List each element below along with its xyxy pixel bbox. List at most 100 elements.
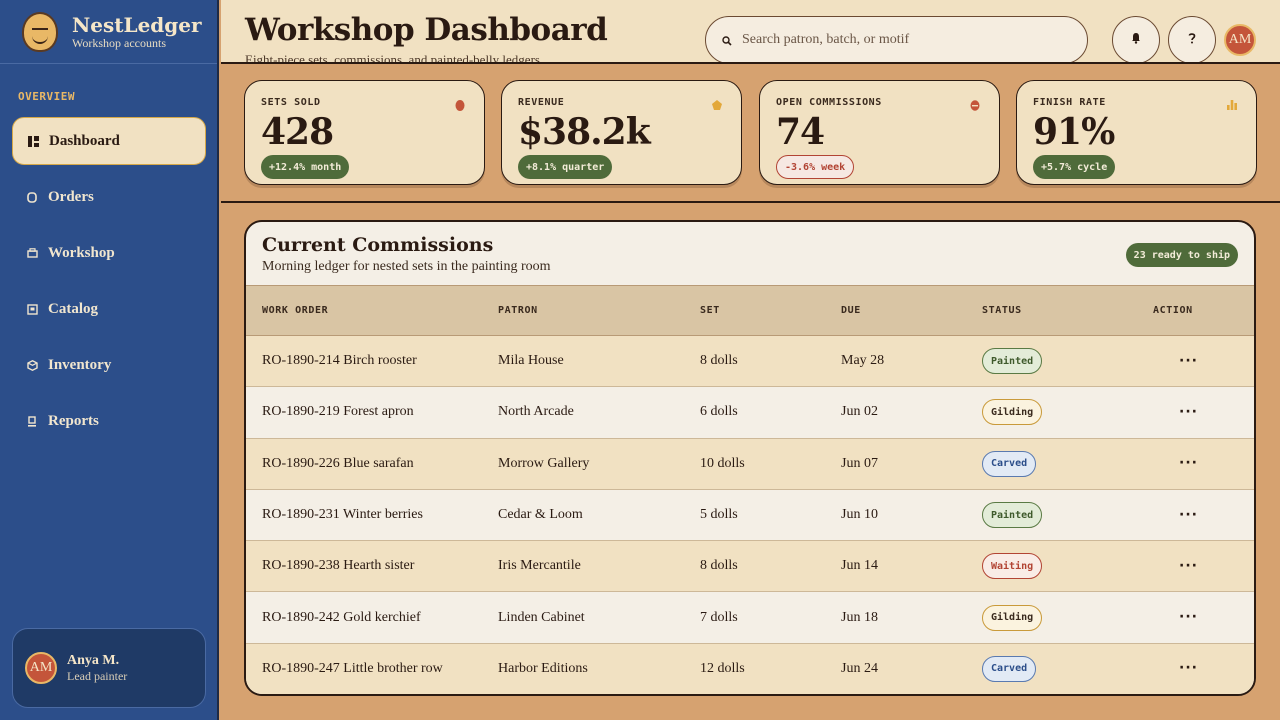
brand-name: NestLedger	[72, 12, 202, 37]
patron-cell: Harbor Editions	[498, 660, 588, 676]
sidebar-item-label: Inventory	[48, 356, 112, 373]
avatar: AM	[25, 652, 57, 684]
status-badge: Gilding	[982, 604, 1043, 631]
status-badge: Painted	[982, 348, 1043, 375]
reports-icon	[26, 415, 38, 427]
table-row[interactable]: RO-1890-231 Winter berries Cedar & Loom 5 …	[246, 489, 1254, 541]
user-card[interactable]: AM Anya M. Lead painter	[12, 628, 206, 708]
more-actions-icon[interactable]: ···	[1179, 660, 1198, 676]
due-cell: Jun 24	[841, 660, 878, 676]
set-cell: 5 dolls	[700, 507, 738, 523]
due-cell: Jun 10	[841, 507, 878, 523]
sidebar-item-label: Dashboard	[49, 132, 120, 149]
action-cell: ···	[1153, 387, 1254, 438]
stat-card-open-commissions: OPEN COMMISSIONS 74 -3.6% week	[759, 80, 1000, 185]
stat-card-revenue: REVENUE $38.2k +8.1% quarter	[501, 80, 742, 185]
column-header[interactable]: WORK ORDER	[246, 285, 498, 336]
search-icon	[722, 31, 732, 50]
action-cell: ···	[1153, 438, 1254, 489]
due-cell: Jun 02	[841, 404, 878, 420]
table-row[interactable]: RO-1890-247 Little brother row Harbor Edi…	[246, 643, 1254, 694]
search-bar[interactable]	[705, 16, 1088, 62]
nesting-doll-logo-icon	[22, 11, 58, 52]
sidebar-item-label: Reports	[48, 412, 99, 429]
sidebar-item-catalog[interactable]: Catalog	[12, 285, 206, 333]
nav-section-label: OVERVIEW	[18, 90, 75, 103]
sidebar-item-label: Workshop	[48, 244, 115, 261]
stat-label: REVENUE	[518, 97, 565, 108]
more-actions-icon[interactable]: ···	[1179, 404, 1198, 420]
stat-delta-badge: +12.4% month	[261, 155, 350, 179]
sidebar-item-dashboard[interactable]: Dashboard	[12, 117, 206, 165]
column-header[interactable]: STATUS	[982, 285, 1153, 336]
sidebar-item-workshop[interactable]: Workshop	[12, 229, 206, 277]
due-cell: Jun 18	[841, 609, 878, 625]
set-cell: 12 dolls	[700, 660, 745, 676]
patron-cell: Iris Mercantile	[498, 558, 581, 574]
stat-delta-badge: +5.7% cycle	[1033, 155, 1116, 179]
orders-icon	[26, 191, 38, 203]
header-avatar[interactable]: AM	[1224, 24, 1256, 56]
stat-label: OPEN COMMISSIONS	[776, 97, 882, 108]
table-row[interactable]: RO-1890-238 Hearth sister Iris Mercantile…	[246, 540, 1254, 592]
stat-label: SETS SOLD	[261, 97, 321, 108]
help-icon	[1187, 32, 1197, 48]
status-cell: Painted	[982, 489, 1153, 540]
catalog-icon	[26, 303, 38, 315]
stat-delta-badge: +8.1% quarter	[518, 155, 613, 179]
brand[interactable]: NestLedger Workshop accounts	[0, 0, 217, 64]
sidebar-nav: Dashboard Orders Workshop Catalog Invent…	[12, 117, 206, 453]
panel-title: Current Commissions	[262, 234, 494, 256]
more-actions-icon[interactable]: ···	[1179, 609, 1198, 625]
help-button[interactable]	[1168, 16, 1216, 62]
patron-cell: North Arcade	[498, 404, 574, 420]
status-badge: Carved	[982, 655, 1037, 682]
work-order-cell: RO-1890-231 Winter berries	[262, 507, 423, 523]
status-cell: Gilding	[982, 592, 1153, 643]
more-actions-icon[interactable]: ···	[1179, 353, 1198, 369]
more-actions-icon[interactable]: ···	[1179, 455, 1198, 471]
status-cell: Carved	[982, 438, 1153, 489]
commissions-panel: Current Commissions Morning ledger for n…	[244, 220, 1256, 696]
status-badge: Waiting	[982, 553, 1043, 580]
stat-card-sets-sold: SETS SOLD 428 +12.4% month	[244, 80, 485, 185]
stat-label: FINISH RATE	[1033, 97, 1106, 108]
set-cell: 10 dolls	[700, 455, 745, 471]
action-cell: ···	[1153, 643, 1254, 694]
column-header[interactable]: PATRON	[498, 285, 700, 336]
status-cell: Waiting	[982, 541, 1153, 592]
coin-icon	[712, 100, 722, 110]
search-input[interactable]	[742, 32, 1062, 48]
table-row[interactable]: RO-1890-214 Birch rooster Mila House 8 dol…	[246, 335, 1254, 387]
work-order-cell: RO-1890-214 Birch rooster	[262, 353, 417, 369]
due-cell: May 28	[841, 353, 885, 369]
stats-band: SETS SOLD 428 +12.4% month REVENUE $38.2…	[221, 64, 1280, 203]
table-header-row: WORK ORDER PATRON SET DUE STATUS ACTION	[246, 285, 1254, 336]
table-row[interactable]: RO-1890-242 Gold kerchief Linden Cabinet 7…	[246, 591, 1254, 644]
brand-subtitle: Workshop accounts	[72, 35, 167, 50]
dashboard-icon	[27, 135, 39, 147]
column-header[interactable]: SET	[700, 285, 841, 336]
table-row[interactable]: RO-1890-226 Blue sarafan Morrow Gallery 10…	[246, 438, 1254, 490]
status-cell: Gilding	[982, 387, 1153, 438]
sidebar-item-orders[interactable]: Orders	[12, 173, 206, 221]
sidebar-item-inventory[interactable]: Inventory	[12, 341, 206, 389]
page-title: Workshop Dashboard	[245, 12, 608, 48]
set-cell: 8 dolls	[700, 558, 738, 574]
due-cell: Jun 14	[841, 558, 878, 574]
due-cell: Jun 07	[841, 455, 878, 471]
work-order-cell: RO-1890-219 Forest apron	[262, 404, 414, 420]
stat-delta-badge: -3.6% week	[776, 155, 855, 179]
status-cell: Carved	[982, 643, 1153, 694]
notifications-button[interactable]	[1112, 16, 1160, 62]
more-actions-icon[interactable]: ···	[1179, 558, 1198, 574]
table-row[interactable]: RO-1890-219 Forest apron North Arcade 6 do…	[246, 386, 1254, 439]
sidebar: NestLedger Workshop accounts OVERVIEW Da…	[0, 0, 219, 720]
column-header[interactable]: DUE	[841, 285, 982, 336]
more-actions-icon[interactable]: ···	[1179, 507, 1198, 523]
sidebar-item-reports[interactable]: Reports	[12, 397, 206, 445]
patron-cell: Mila House	[498, 353, 564, 369]
work-order-cell: RO-1890-247 Little brother row	[262, 660, 443, 676]
doll-icon	[455, 100, 465, 111]
action-cell: ···	[1153, 541, 1254, 592]
